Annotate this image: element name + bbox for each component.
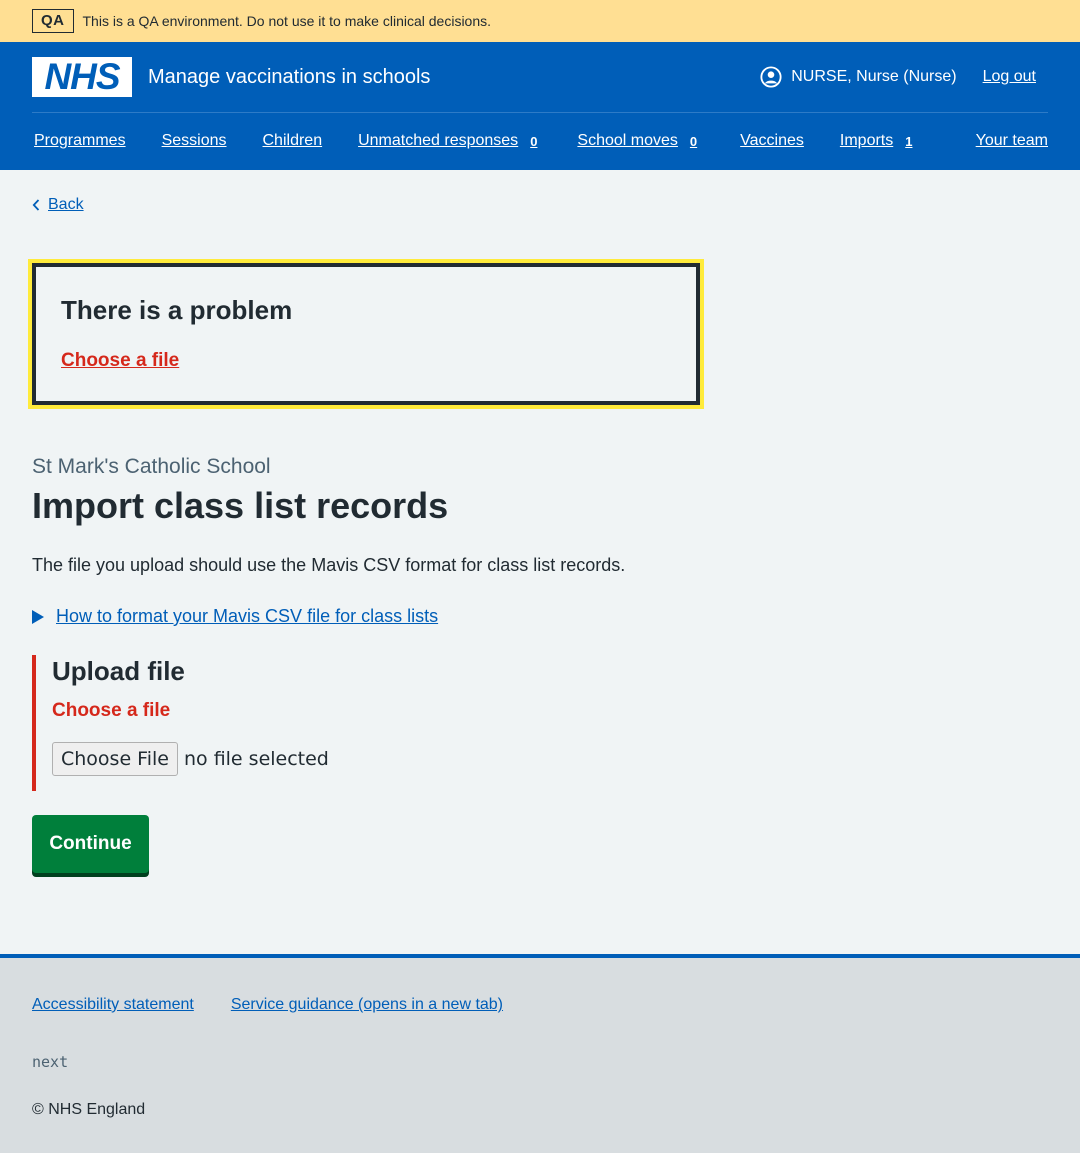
back-link-label[interactable]: Back bbox=[48, 196, 84, 214]
choose-file-button[interactable]: Choose File bbox=[52, 742, 178, 776]
account-area: NURSE, Nurse (Nurse) Log out bbox=[760, 66, 1048, 88]
nav-imports-count: 1 bbox=[905, 133, 913, 149]
nav-imports[interactable]: Imports 1 bbox=[840, 132, 913, 150]
nav-unmatched-responses[interactable]: Unmatched responses 0 bbox=[358, 132, 537, 150]
service-guidance-link[interactable]: Service guidance (opens in a new tab) bbox=[231, 996, 503, 1014]
nav-sessions[interactable]: Sessions bbox=[162, 132, 227, 150]
continue-button[interactable]: Continue bbox=[32, 815, 149, 873]
qa-banner: QA This is a QA environment. Do not use … bbox=[0, 0, 1080, 42]
user-icon bbox=[760, 66, 782, 88]
primary-nav: Programmes Sessions Children Unmatched r… bbox=[32, 113, 1048, 169]
nav-children-label: Children bbox=[262, 132, 323, 149]
chevron-left-icon bbox=[32, 199, 40, 211]
logout-link[interactable]: Log out bbox=[983, 68, 1036, 86]
nav-your-team[interactable]: Your team bbox=[976, 132, 1048, 150]
nav-vaccines-label: Vaccines bbox=[740, 132, 804, 149]
footer-copyright: © NHS England bbox=[32, 1101, 146, 1118]
qa-message: This is a QA environment. Do not use it … bbox=[82, 13, 492, 29]
footer: Accessibility statement Service guidance… bbox=[0, 954, 1080, 1153]
footer-version: next bbox=[32, 1053, 69, 1071]
intro-text: The file you upload should use the Mavis… bbox=[32, 555, 626, 575]
error-summary-title: There is a problem bbox=[61, 295, 293, 325]
nav-school-moves[interactable]: School moves 0 bbox=[577, 132, 697, 150]
error-summary-link[interactable]: Choose a file bbox=[61, 350, 179, 372]
error-summary: There is a problem Choose a file bbox=[28, 259, 704, 409]
service-name[interactable]: Manage vaccinations in schools bbox=[148, 66, 430, 89]
header: NHS Manage vaccinations in schools NURSE… bbox=[0, 42, 1080, 170]
nav-programmes-label: Programmes bbox=[34, 132, 126, 149]
upload-label: Upload file bbox=[52, 656, 185, 686]
header-top: NHS Manage vaccinations in schools NURSE… bbox=[32, 42, 1048, 113]
nav-imports-label: Imports bbox=[839, 132, 894, 149]
format-details-summary[interactable]: How to format your Mavis CSV file for cl… bbox=[56, 606, 438, 627]
upload-error-message: Choose a file bbox=[52, 700, 171, 721]
nav-programmes[interactable]: Programmes bbox=[34, 132, 126, 150]
accessibility-statement-link[interactable]: Accessibility statement bbox=[32, 996, 194, 1014]
nav-unmatched-count: 0 bbox=[530, 133, 538, 149]
nav-school-moves-count: 0 bbox=[689, 133, 698, 149]
nhs-logo-text: NHS bbox=[44, 56, 120, 97]
nav-your-team-label: Your team bbox=[975, 132, 1048, 149]
format-details[interactable]: How to format your Mavis CSV file for cl… bbox=[32, 606, 438, 627]
nav-vaccines[interactable]: Vaccines bbox=[740, 132, 804, 150]
main-content: Back There is a problem Choose a file St… bbox=[0, 170, 1080, 954]
nav-school-moves-label: School moves bbox=[577, 132, 678, 149]
back-link[interactable]: Back bbox=[32, 196, 84, 214]
upload-form-group: Upload file Choose a file Choose File no… bbox=[32, 655, 632, 791]
nav-sessions-label: Sessions bbox=[161, 132, 227, 149]
file-status: no file selected bbox=[183, 748, 329, 770]
triangle-right-icon bbox=[32, 609, 44, 624]
page-title: Import class list records bbox=[32, 485, 449, 526]
user-name: NURSE, Nurse (Nurse) bbox=[791, 68, 957, 85]
file-input[interactable]: Choose File no file selected bbox=[52, 742, 632, 776]
nhs-logo[interactable]: NHS bbox=[32, 57, 132, 97]
nav-unmatched-label: Unmatched responses bbox=[358, 132, 519, 149]
footer-links: Accessibility statement Service guidance… bbox=[32, 996, 540, 1014]
nav-children[interactable]: Children bbox=[263, 132, 323, 150]
qa-tag: QA bbox=[32, 9, 74, 33]
page-caption: St Mark's Catholic School bbox=[32, 455, 271, 478]
